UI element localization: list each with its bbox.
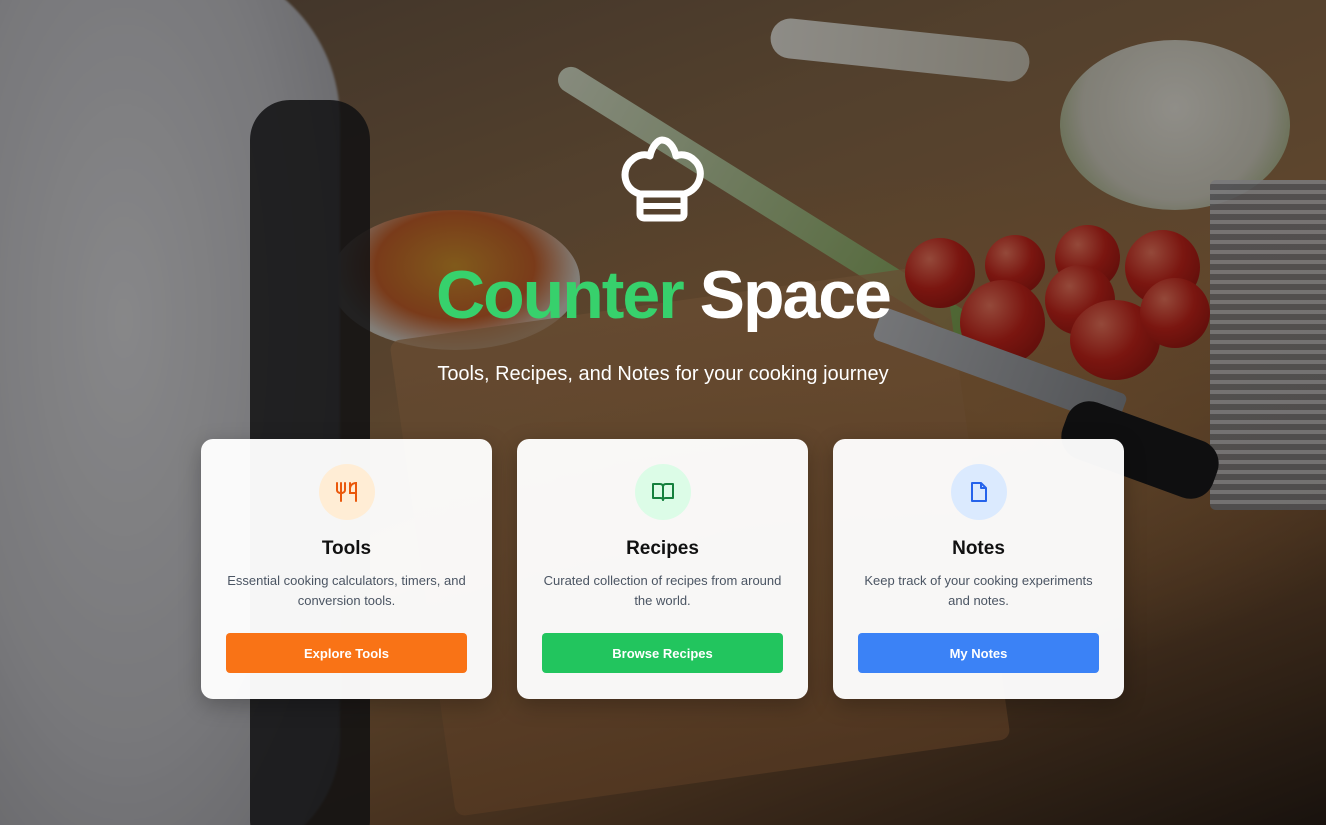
landing-page: Counter Space Tools, Recipes, and Notes … <box>0 0 1326 825</box>
notes-card: Notes Keep track of your cooking experim… <box>833 439 1124 699</box>
notes-card-title: Notes <box>952 538 1005 559</box>
feature-cards: Tools Essential cooking calculators, tim… <box>201 439 1124 699</box>
tools-icon-badge <box>318 464 375 520</box>
page-title: Counter Space <box>0 255 1326 335</box>
open-book-icon <box>651 483 674 501</box>
notes-icon-badge <box>950 464 1007 520</box>
background-overlay <box>0 0 1326 825</box>
title-space: Space <box>699 257 892 333</box>
note-icon <box>970 482 987 502</box>
recipes-card-description: Curated collection of recipes from aroun… <box>543 573 782 608</box>
recipes-card: Recipes Curated collection of recipes fr… <box>517 439 808 699</box>
my-notes-button[interactable]: My Notes <box>858 633 1099 673</box>
tools-card: Tools Essential cooking calculators, tim… <box>201 439 492 699</box>
tools-card-title: Tools <box>321 538 372 559</box>
recipes-card-title: Recipes <box>626 538 699 559</box>
tools-card-description: Essential cooking calculators, timers, a… <box>227 573 466 608</box>
notes-card-description: Keep track of your cooking experiments a… <box>864 573 1093 608</box>
chef-hat-icon <box>621 136 704 222</box>
browse-recipes-button[interactable]: Browse Recipes <box>542 633 783 673</box>
explore-tools-button[interactable]: Explore Tools <box>226 633 467 673</box>
recipes-icon-badge <box>634 464 691 520</box>
utensils-icon <box>335 481 357 502</box>
title-counter: Counter <box>436 257 685 333</box>
page-subtitle: Tools, Recipes, and Notes for your cooki… <box>437 363 889 385</box>
